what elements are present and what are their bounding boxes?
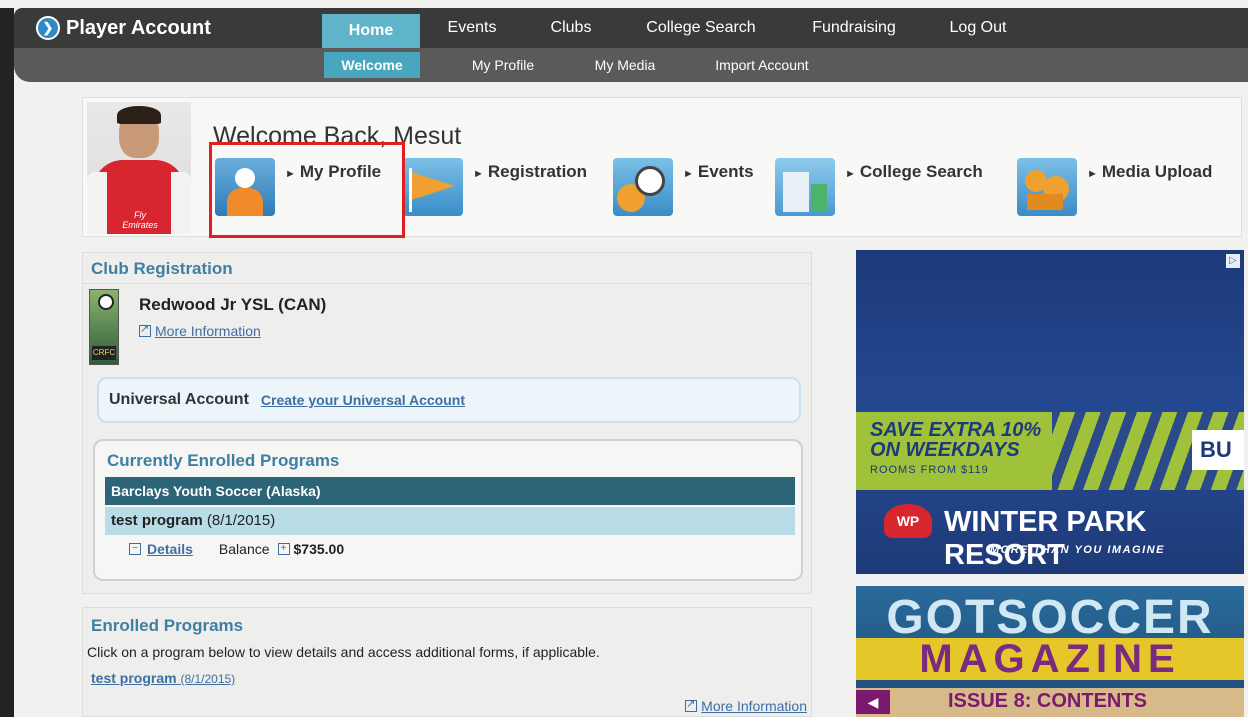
quicklink-media-upload[interactable]: ► Media Upload: [1017, 158, 1212, 216]
subnav-my-profile[interactable]: My Profile: [444, 52, 562, 78]
quicklink-label: Media Upload: [1101, 162, 1213, 181]
clock-icon: [613, 158, 673, 216]
quicklink-events[interactable]: ► Events: [613, 158, 754, 216]
external-link-icon: [685, 697, 698, 712]
expand-icon[interactable]: −: [129, 543, 141, 555]
quicklink-registration[interactable]: ► Registration: [403, 158, 587, 216]
quicklink-label: Events: [697, 162, 754, 181]
pennant-icon: [403, 158, 463, 216]
details-link[interactable]: Details: [147, 541, 193, 557]
left-edge: [0, 8, 14, 717]
club-name: Redwood Jr YSL (CAN): [139, 295, 327, 314]
currently-enrolled-title: Currently Enrolled Programs: [107, 451, 340, 470]
club-registration-title: Club Registration: [91, 259, 233, 278]
balance-value: $735.00: [293, 541, 345, 557]
enrolled-programs-title: Enrolled Programs: [91, 616, 244, 635]
universal-account-box: Universal Account Create your Universal …: [97, 377, 801, 423]
enrolled-programs-panel: Enrolled Programs Click on a program bel…: [82, 607, 812, 717]
universal-account-label: Universal Account: [109, 391, 249, 408]
welcome-panel: Fly Emirates Welcome Back, Mesut ► My Pro…: [82, 97, 1242, 238]
nav-home[interactable]: Home: [322, 14, 420, 48]
subnav-import-account[interactable]: Import Account: [690, 52, 834, 78]
subnav-welcome[interactable]: Welcome: [324, 52, 420, 78]
subnav-my-media[interactable]: My Media: [574, 52, 676, 78]
nav-clubs[interactable]: Clubs: [530, 8, 612, 48]
club-more-information-link[interactable]: More Information: [139, 322, 261, 339]
quicklink-label: Registration: [487, 162, 588, 181]
nav-fundraising[interactable]: Fundraising: [792, 8, 916, 48]
prev-arrow-icon[interactable]: ◀: [856, 690, 890, 714]
enrolled-program-link[interactable]: test program (8/1/2015): [91, 670, 235, 686]
ad-book-button[interactable]: BU: [1192, 430, 1244, 470]
magazine-title-2: MAGAZINE: [856, 638, 1244, 680]
ad-choices-icon[interactable]: ▷: [1226, 254, 1240, 268]
nav-college-search[interactable]: College Search: [624, 8, 778, 48]
resort-logo: WP: [884, 504, 932, 538]
nav-events[interactable]: Events: [428, 8, 516, 48]
magazine-issue: ISSUE 8: CONTENTS: [948, 690, 1147, 712]
ad-save-text: SAVE EXTRA 10% ON WEEKDAYS ROOMS FROM $1…: [856, 412, 1052, 490]
winter-park-ad[interactable]: ▷ SAVE EXTRA 10% ON WEEKDAYS ROOMS FROM …: [856, 250, 1244, 574]
top-nav: ❯ Player Account Home Events Clubs Colle…: [14, 8, 1248, 48]
quicklink-label: College Search: [859, 162, 983, 181]
club-registration-panel: Club Registration CRFC Redwood Jr YSL (C…: [82, 252, 812, 594]
resort-tagline: MORE THAN YOU IMAGINE: [990, 544, 1165, 556]
brand[interactable]: ❯ Player Account: [36, 16, 211, 40]
program-detail-row: − Details Balance + $735.00: [129, 541, 344, 557]
quicklink-college-search[interactable]: ► College Search: [775, 158, 983, 216]
highlight-box: [209, 142, 405, 238]
avatar: Fly Emirates: [87, 102, 191, 234]
sub-nav: Welcome My Profile My Media Import Accou…: [14, 48, 1248, 82]
nav-log-out[interactable]: Log Out: [926, 8, 1030, 48]
brand-title: Player Account: [66, 16, 211, 39]
media-icon: [1017, 158, 1077, 216]
create-universal-account-link[interactable]: Create your Universal Account: [261, 392, 465, 408]
gotsoccer-magazine-ad[interactable]: GOTSOCCER MAGAZINE ◀ ISSUE 8: CONTENTS: [856, 586, 1244, 717]
program-row[interactable]: test program (8/1/2015): [105, 507, 795, 535]
program-org-header: Barclays Youth Soccer (Alaska): [105, 477, 795, 505]
arrow-right-icon: ❯: [36, 16, 60, 40]
enrolled-instructions: Click on a program below to view details…: [87, 644, 600, 660]
enrolled-more-information-link[interactable]: More Information: [685, 697, 807, 714]
soccer-ball-icon: [98, 294, 114, 310]
plus-icon[interactable]: +: [277, 543, 290, 555]
resort-brand: WINTER PARK RESORT: [944, 506, 1147, 571]
club-logo: CRFC: [89, 289, 119, 365]
balance-label: Balance: [218, 541, 270, 557]
currently-enrolled-box: Currently Enrolled Programs Barclays You…: [93, 439, 803, 581]
external-link-icon: [139, 322, 151, 337]
college-icon: [775, 158, 835, 216]
